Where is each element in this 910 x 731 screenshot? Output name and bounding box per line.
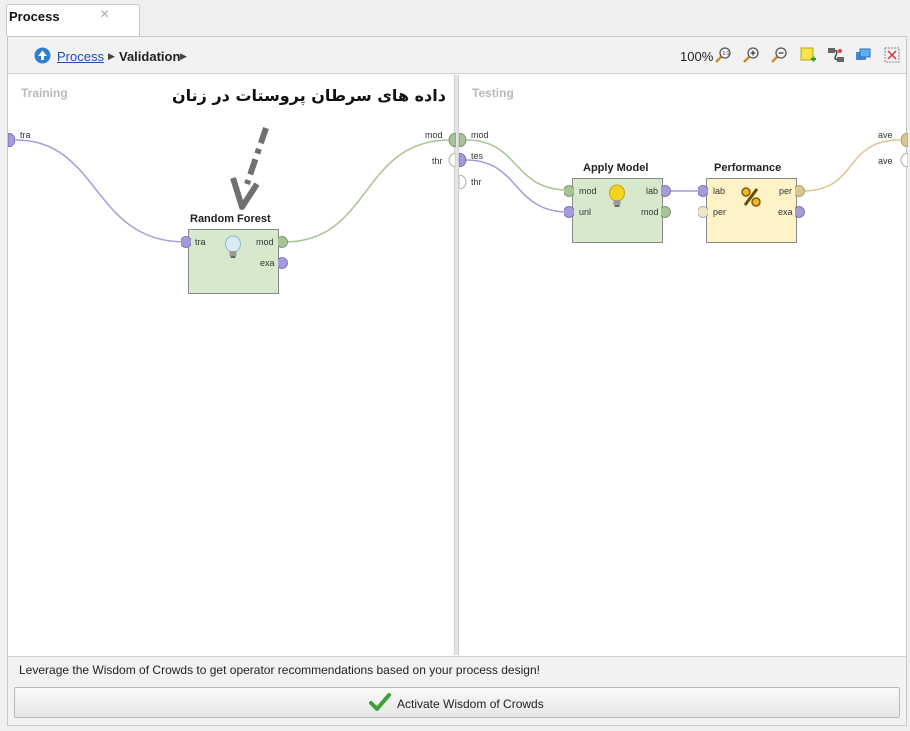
connection-tra bbox=[15, 139, 186, 243]
port-per-input[interactable] bbox=[698, 205, 708, 219]
port-exa-output[interactable] bbox=[278, 256, 288, 270]
operator-title: Performance bbox=[714, 162, 782, 174]
connection-mod bbox=[283, 139, 451, 243]
lightbulb-icon bbox=[609, 184, 625, 207]
port-mod-output[interactable] bbox=[278, 235, 288, 249]
port-exa-output[interactable] bbox=[795, 205, 805, 219]
port-label: thr bbox=[432, 156, 443, 166]
port-mod-input[interactable] bbox=[564, 184, 574, 198]
lightbulb-icon bbox=[225, 235, 241, 258]
port-lab-output[interactable] bbox=[661, 184, 671, 198]
port-label: per bbox=[713, 207, 727, 217]
port-lab-input[interactable] bbox=[698, 184, 708, 198]
operator-title: Random Forest bbox=[190, 213, 271, 225]
port-label: tra bbox=[20, 130, 31, 140]
port-per-output[interactable] bbox=[795, 184, 805, 198]
port-label: thr bbox=[471, 177, 482, 187]
port-label: mod bbox=[579, 186, 597, 196]
port-label: exa bbox=[260, 258, 275, 268]
woc-message: Leverage the Wisdom of Crowds to get ope… bbox=[19, 663, 540, 677]
port-thr-input[interactable] bbox=[459, 175, 469, 189]
connections-layer bbox=[15, 127, 901, 243]
port-ave-output[interactable] bbox=[898, 153, 908, 167]
port-label: lab bbox=[646, 186, 659, 196]
port-thr-output[interactable] bbox=[446, 153, 456, 167]
port-label: exa bbox=[778, 207, 793, 217]
annotation-text: داده های سرطان پروستات در زنان bbox=[172, 86, 446, 105]
port-label: tra bbox=[195, 237, 206, 247]
checkmark-icon bbox=[369, 693, 391, 711]
port-mod-output[interactable] bbox=[661, 205, 671, 219]
port-label: ave bbox=[878, 130, 893, 140]
port-label: tes bbox=[471, 151, 484, 161]
port-tra-input[interactable] bbox=[181, 235, 191, 249]
port-label: ave bbox=[878, 156, 893, 166]
port-ave-output[interactable] bbox=[898, 133, 908, 147]
port-label: mod bbox=[471, 130, 489, 140]
percent-icon bbox=[741, 187, 761, 207]
port-label: lab bbox=[713, 186, 726, 196]
port-unl-input[interactable] bbox=[564, 205, 574, 219]
port-label: per bbox=[779, 186, 793, 196]
port-mod-input[interactable] bbox=[459, 133, 469, 147]
port-mod-output[interactable] bbox=[446, 133, 456, 147]
port-label: unl bbox=[579, 207, 592, 217]
woc-button-label: Activate Wisdom of Crowds bbox=[397, 697, 544, 711]
port-label: mod bbox=[256, 237, 274, 247]
port-label: mod bbox=[641, 207, 659, 217]
operator-title: Apply Model bbox=[583, 162, 649, 174]
annotation-arrow bbox=[230, 127, 269, 210]
port-label: mod bbox=[425, 130, 443, 140]
port-tes-input[interactable] bbox=[459, 153, 469, 167]
port-tra-input[interactable] bbox=[8, 133, 18, 147]
